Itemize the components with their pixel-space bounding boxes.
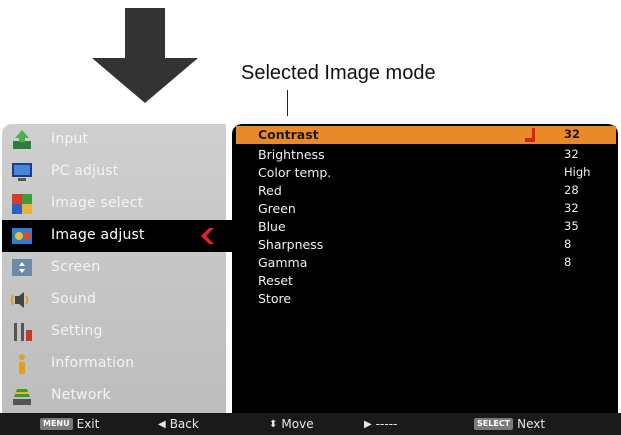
- sound-icon: [11, 289, 33, 311]
- sidebar-item-label: Setting: [51, 323, 103, 339]
- move-label: Move: [281, 417, 314, 431]
- sidebar-item-network[interactable]: Network: [2, 380, 226, 412]
- sidebar-item-image-adjust[interactable]: Image adjust: [2, 220, 234, 252]
- row-value: 8: [564, 237, 572, 251]
- list-item-contrast[interactable]: Contrast 32: [236, 126, 616, 144]
- down-arrow-icon: [92, 8, 198, 103]
- row-label: Brightness: [258, 147, 325, 162]
- row-label: Green: [258, 201, 296, 216]
- exit-hint[interactable]: MENU Exit: [40, 417, 99, 431]
- sidebar-item-label: Sound: [51, 291, 97, 307]
- sidebar-item-label: Image adjust: [51, 227, 145, 243]
- list-item-green[interactable]: Green 32: [232, 200, 618, 218]
- menu-key-icon: MENU: [40, 418, 73, 430]
- list-item-reset[interactable]: Reset: [232, 272, 618, 290]
- row-value: High: [564, 165, 591, 179]
- next-hint[interactable]: SELECT Next: [474, 417, 545, 431]
- sidebar-item-image-select[interactable]: Image select: [2, 188, 226, 220]
- list-item-blue[interactable]: Blue 35: [232, 218, 618, 236]
- right-label: -----: [375, 417, 398, 431]
- back-label: Back: [169, 417, 199, 431]
- left-triangle-icon: ◀: [158, 418, 166, 430]
- screen-icon: [11, 257, 33, 279]
- main-menu-sidebar: Input PC adjust Image select Image adjus…: [2, 124, 234, 413]
- chevron-left-icon: [201, 228, 214, 244]
- row-value: 28: [564, 183, 579, 197]
- guide-bar: MENU Exit ◀ Back ⬍ Move ▶ ----- SELECT N…: [0, 413, 621, 435]
- sidebar-item-label: PC adjust: [51, 163, 119, 179]
- setting-icon: [11, 321, 33, 343]
- exit-label: Exit: [76, 417, 100, 431]
- row-value: 32: [564, 201, 579, 215]
- image-adjust-panel: Contrast 32 Brightness 32 Color temp. Hi…: [232, 124, 618, 413]
- sidebar-item-setting[interactable]: Setting: [2, 316, 226, 348]
- sidebar-item-label: Information: [51, 355, 135, 371]
- sidebar-item-pc-adjust[interactable]: PC adjust: [2, 156, 226, 188]
- row-label: Blue: [258, 219, 286, 234]
- row-label: Color temp.: [258, 165, 332, 180]
- pc-adjust-icon: [11, 161, 33, 183]
- input-icon: [11, 129, 33, 151]
- next-label: Next: [517, 417, 546, 431]
- selected-image-mode-label: Selected Image mode: [241, 62, 436, 84]
- information-icon: [11, 353, 33, 375]
- row-label: Store: [258, 291, 292, 306]
- move-hint: ⬍ Move: [269, 417, 314, 431]
- right-hint: ▶ -----: [364, 417, 397, 431]
- list-item-store[interactable]: Store: [232, 290, 618, 308]
- row-label: Sharpness: [258, 237, 324, 252]
- network-icon: [11, 385, 33, 407]
- sidebar-item-information[interactable]: Information: [2, 348, 226, 380]
- row-value: 35: [564, 219, 579, 233]
- row-label: Reset: [258, 273, 293, 288]
- row-label: Contrast: [258, 127, 319, 142]
- sidebar-item-screen[interactable]: Screen: [2, 252, 226, 284]
- row-value: 32: [564, 127, 581, 141]
- on-screen-menu: Input PC adjust Image select Image adjus…: [0, 112, 621, 435]
- image-select-icon: [11, 193, 33, 215]
- list-item-brightness[interactable]: Brightness 32: [232, 146, 618, 164]
- list-item-red[interactable]: Red 28: [232, 182, 618, 200]
- image-adjust-icon: [11, 225, 33, 247]
- select-key-icon: SELECT: [474, 418, 514, 430]
- sidebar-item-label: Network: [51, 387, 111, 403]
- list-item-color-temp[interactable]: Color temp. High: [232, 164, 618, 182]
- row-value: 8: [564, 255, 572, 269]
- row-value: 32: [564, 147, 579, 161]
- right-triangle-icon: ▶: [364, 418, 372, 430]
- row-label: Red: [258, 183, 282, 198]
- sidebar-item-label: Image select: [51, 195, 144, 211]
- sidebar-item-label: Input: [51, 131, 89, 147]
- list-item-gamma[interactable]: Gamma 8: [232, 254, 618, 272]
- sidebar-item-input[interactable]: Input: [2, 124, 226, 156]
- sidebar-item-label: Screen: [51, 259, 101, 275]
- list-item-sharpness[interactable]: Sharpness 8: [232, 236, 618, 254]
- adjust-marker-icon: [525, 128, 535, 142]
- sidebar-item-sound[interactable]: Sound: [2, 284, 226, 316]
- back-hint[interactable]: ◀ Back: [158, 417, 199, 431]
- up-down-icon: ⬍: [269, 418, 278, 430]
- row-label: Gamma: [258, 255, 308, 270]
